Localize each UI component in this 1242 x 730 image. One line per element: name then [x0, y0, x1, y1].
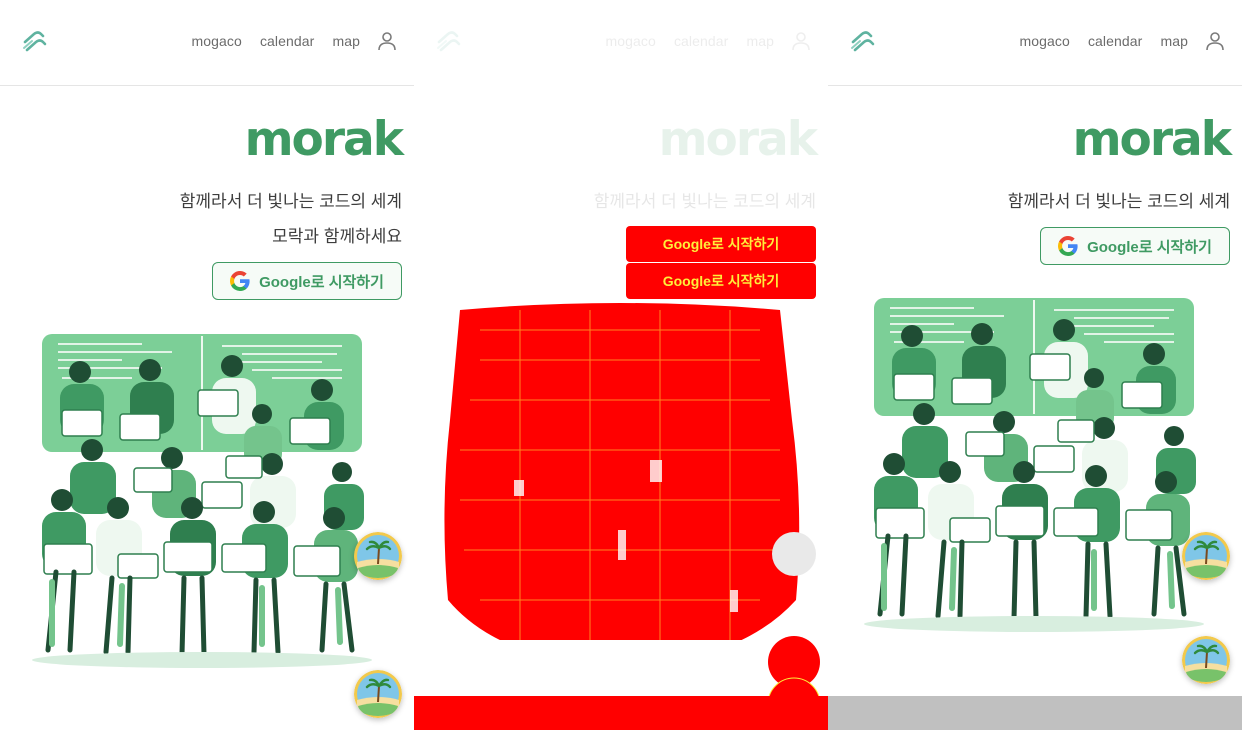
brand-title: morak [658, 112, 818, 167]
island-palm-avatar-icon[interactable] [1182, 636, 1230, 684]
morak-logo-icon[interactable] [850, 31, 876, 53]
nav-link-calendar[interactable]: calendar [674, 33, 729, 49]
nav-links: mogaco calendar map [1002, 30, 1226, 52]
top-nav-bar: mogaco calendar map [0, 0, 414, 86]
diff-ghost-avatar [772, 532, 816, 576]
user-icon[interactable] [376, 30, 398, 52]
tagline-primary: 함께라서 더 빛나는 코드의 세계 [179, 192, 402, 211]
top-nav-bar: mogaco calendar map [828, 0, 1242, 86]
diff-bottom-strip [414, 696, 828, 730]
brand-title: morak [1072, 112, 1232, 167]
google-login-label: Google로 시작하기 [1087, 238, 1212, 256]
diff-button-label: Google로 시작하기 [662, 236, 780, 252]
diff-highlight-button: Google로 시작하기 [626, 226, 816, 262]
nav-links: mogaco calendar map [174, 30, 398, 52]
nav-links: mogaco calendar map [588, 30, 812, 52]
screen-panel-diff: mogaco calendar map morak 함께라서 더 빛나는 코드의… [414, 0, 828, 730]
nav-link-calendar[interactable]: calendar [260, 33, 315, 49]
morak-logo-icon[interactable] [22, 31, 48, 53]
google-login-button[interactable]: Google로 시작하기 [212, 262, 402, 300]
tagline-secondary: 모락과 함께하세요 [272, 227, 402, 246]
nav-link-map[interactable]: map [746, 33, 774, 49]
island-palm-avatar-icon[interactable] [354, 670, 402, 718]
google-login-label: Google로 시작하기 [259, 273, 384, 291]
nav-link-map[interactable]: map [332, 33, 360, 49]
tagline-primary: 함께라서 더 빛나는 코드의 세계 [593, 192, 816, 211]
google-g-icon [1058, 236, 1078, 256]
developers-group-illustration [22, 332, 382, 672]
diff-illustration-region [444, 303, 800, 640]
developers-group-illustration [854, 296, 1214, 636]
screen-panel-right: mogaco calendar map morak 함께라서 더 빛나는 코드의… [828, 0, 1242, 730]
brand-title: morak [244, 112, 404, 167]
island-palm-avatar-icon[interactable] [354, 532, 402, 580]
user-icon[interactable] [790, 30, 812, 52]
nav-link-mogaco[interactable]: mogaco [1020, 33, 1070, 49]
nav-link-calendar[interactable]: calendar [1088, 33, 1143, 49]
diff-button-label: Google로 시작하기 [662, 273, 780, 289]
google-g-icon [230, 271, 250, 291]
diff-highlight-button: Google로 시작하기 [626, 263, 816, 299]
top-nav-bar: mogaco calendar map [414, 0, 828, 86]
bottom-gray-strip [828, 696, 1242, 730]
tagline-primary: 함께라서 더 빛나는 코드의 세계 [1007, 192, 1230, 211]
morak-logo-icon[interactable] [436, 31, 462, 53]
nav-link-mogaco[interactable]: mogaco [192, 33, 242, 49]
nav-link-mogaco[interactable]: mogaco [606, 33, 656, 49]
google-login-button[interactable]: Google로 시작하기 [1040, 227, 1230, 265]
island-palm-avatar-icon[interactable] [1182, 532, 1230, 580]
screen-panel-left: mogaco calendar map morak 함께라서 더 빛나는 코드의… [0, 0, 414, 730]
user-icon[interactable] [1204, 30, 1226, 52]
nav-link-map[interactable]: map [1160, 33, 1188, 49]
